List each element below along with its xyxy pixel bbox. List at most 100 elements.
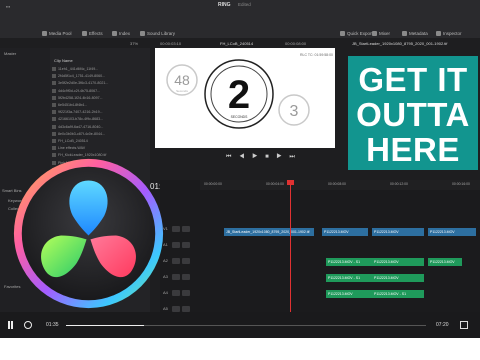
mixer-icon	[372, 30, 377, 36]
ruler-tick-label: 00:00:12:00	[390, 182, 408, 186]
clip-list-label: 4d4c9f0d-c2f-4b75-8067...	[58, 88, 101, 93]
clip-thumbnail-icon	[52, 103, 56, 107]
clip-list-label: 4d3c6a9f-6a47-4716-8040...	[58, 124, 104, 129]
left-number: 48	[174, 72, 190, 88]
clip-list-item[interactable]: Line effects.WAV	[52, 145, 148, 151]
timeline-ruler: 00:00:00:00 00:00:04:00 00:00:08:00 00:00:1…	[200, 180, 480, 190]
effects-icon	[82, 30, 87, 36]
clip-thumbnail-icon	[52, 88, 56, 93]
tab-metadata[interactable]: Metadata	[402, 28, 428, 38]
track-toggle-button[interactable]	[172, 242, 180, 248]
ruler-tick-label: 00:00:08:00	[328, 182, 346, 186]
track-toggle-button[interactable]	[172, 290, 180, 296]
tab-index[interactable]: Index	[112, 28, 130, 38]
playhead-handle[interactable]	[287, 180, 294, 185]
page-bottom-margin	[0, 338, 480, 360]
viewer-timecode-left: 00:00:03:10	[160, 41, 182, 46]
track-toggle-button[interactable]	[182, 274, 190, 280]
tab-mixer[interactable]: Mixer	[372, 28, 390, 38]
clip-list-item[interactable]: 6e5451b4-8f4b4...	[52, 102, 148, 108]
tab-sound-library[interactable]: Sound Library	[140, 28, 175, 38]
export-icon	[340, 30, 345, 36]
clip-thumbnail-icon	[52, 110, 56, 115]
audio-clip[interactable]: P1122213.MOV	[372, 274, 424, 282]
clip-list-item[interactable]: 3e5f2e2d0e-3f6c3-4170-8021...	[52, 80, 148, 86]
progress-fill	[66, 325, 144, 326]
video-clip[interactable]: P1122213.MOV	[428, 228, 476, 236]
audio-clip[interactable]: P1122213.MOV	[326, 290, 372, 298]
davinci-resolve-logo-icon	[13, 158, 164, 309]
promo-line-2: OUTTA	[356, 96, 470, 133]
promo-line-3: HERE	[366, 131, 460, 168]
clip-list-label: 8e0c3b0b3-c87f-4c0e-8044...	[58, 131, 105, 136]
clip-thumbnail-icon	[52, 95, 56, 100]
track-toggle-button[interactable]	[172, 226, 180, 232]
clip-list-label: 5f2b4258-1f24-4b16-8097...	[58, 95, 103, 100]
clip-thumbnail-icon	[52, 74, 56, 79]
tab-media-pool[interactable]: Media Pool	[42, 28, 72, 38]
track-toggle-button[interactable]	[182, 290, 190, 296]
track-toggle-button[interactable]	[182, 258, 190, 264]
tab-quick-export[interactable]: Quick Export	[340, 28, 373, 38]
clip-list-item[interactable]: 5f2b4258-1f24-4b16-8097...	[52, 95, 148, 101]
clip-thumbnail-icon	[52, 81, 56, 86]
clip-list-label: FH_LCoB_240514	[58, 139, 88, 143]
metadata-icon	[402, 30, 407, 36]
audio-clip[interactable]: P1122213.MOV	[372, 258, 424, 266]
clip-list-item[interactable]: 4d3c6a9f-6a47-4716-8040...	[52, 124, 148, 130]
clip-name-column[interactable]: Clip Name	[54, 58, 73, 63]
project-status: Edited	[238, 2, 251, 7]
top-toolbar: ▪▪▪ RING Edited Media Pool Effects Index…	[0, 0, 480, 38]
video-clip[interactable]: JB_StartLeader_1920x1080_8795_2020_001-1…	[224, 228, 314, 236]
clip-list-label: Line effects.WAV	[58, 146, 86, 151]
resolve-window: ▪▪▪ RING Edited Media Pool Effects Index…	[0, 0, 480, 338]
right-number: 3	[290, 103, 299, 120]
index-icon	[112, 30, 117, 36]
clip-list-label: 3e5f2e2d0e-3f6c3-4170-8021...	[58, 81, 109, 86]
clip-list-label: 9f221f3a-7407-4216-2b19...	[58, 110, 103, 115]
clip-list-item[interactable]: 42166103-b78c-4f9c-8683...	[52, 116, 148, 122]
duration-time: 07:20	[436, 322, 449, 328]
clip-list-item[interactable]: 2f4d5f1c4_1751-4149-8060...	[52, 73, 148, 79]
clip-list-label: 42166103-b78c-4f9c-8683...	[58, 117, 104, 122]
audio-clip[interactable]: P1122213.MOV - S1	[326, 274, 372, 282]
fullscreen-icon[interactable]	[460, 321, 468, 329]
left-sub: Seconds	[176, 89, 188, 93]
pause-icon[interactable]	[8, 321, 14, 329]
track-toggle-button[interactable]	[182, 242, 190, 248]
video-player-bar: 01:35 07:20	[0, 312, 480, 338]
clip-list-item[interactable]: 11eh1_441d6f4c_11f49...	[52, 66, 148, 72]
clip-list-label: 11eh1_441d6f4c_11f49...	[58, 67, 99, 71]
viewer-canvas: 48 Seconds 2 SECONDS 3 RLC TC: 01:59:58:…	[155, 48, 335, 148]
tab-inspector[interactable]: Inspector	[436, 28, 462, 38]
audio-clip[interactable]: P1122213.MOV - S1	[326, 258, 372, 266]
viewer-zoom[interactable]: 37%	[130, 41, 138, 46]
project-title: RING	[218, 2, 231, 8]
clip-thumbnail-icon	[52, 117, 56, 122]
video-clip[interactable]: P1122213.MOV	[322, 228, 368, 236]
track-toggle-button[interactable]	[172, 274, 180, 280]
viewer-timecode: 00:00:08:00	[285, 41, 307, 46]
audio-clip[interactable]: P1122213.MOV - S1	[372, 290, 424, 298]
track-toggle-button[interactable]	[182, 226, 190, 232]
rlc-timecode: RLC TC: 01:59:58:00	[300, 53, 333, 57]
viewer-clip-name: FH_LCoB_240514	[220, 41, 254, 46]
center-sub: SECONDS	[231, 115, 249, 119]
track-toggle-button[interactable]	[172, 258, 180, 264]
video-clip[interactable]: P1122213.MOV	[372, 228, 424, 236]
media-pool-icon	[42, 30, 47, 36]
ruler-tick-label: 00:00:16:00	[452, 182, 470, 186]
transport-controls[interactable]: ⏮ ◀ ▶ ■ ▶ ⏭	[226, 154, 298, 161]
clip-list-item[interactable]: 9f221f3a-7407-4216-2b19...	[52, 109, 148, 115]
tab-effects[interactable]: Effects	[82, 28, 103, 38]
master-bin-label[interactable]: Master	[4, 51, 16, 56]
clip-list-item[interactable]: 4d4c9f0d-c2f-4b75-8067...	[52, 88, 148, 94]
clip-list-item[interactable]: FH_LCoB_240514	[52, 138, 148, 144]
clip-list-item[interactable]: 8e0c3b0b3-c87f-4c0e-8044...	[52, 131, 148, 137]
audio-clip[interactable]: P1122213.MOV	[428, 258, 462, 266]
clip-thumbnail-icon	[52, 67, 56, 71]
inspector-icon	[436, 30, 441, 36]
promo-line-1: GET IT	[358, 61, 468, 98]
replay-icon[interactable]	[24, 321, 32, 329]
progress-track[interactable]	[66, 325, 426, 326]
